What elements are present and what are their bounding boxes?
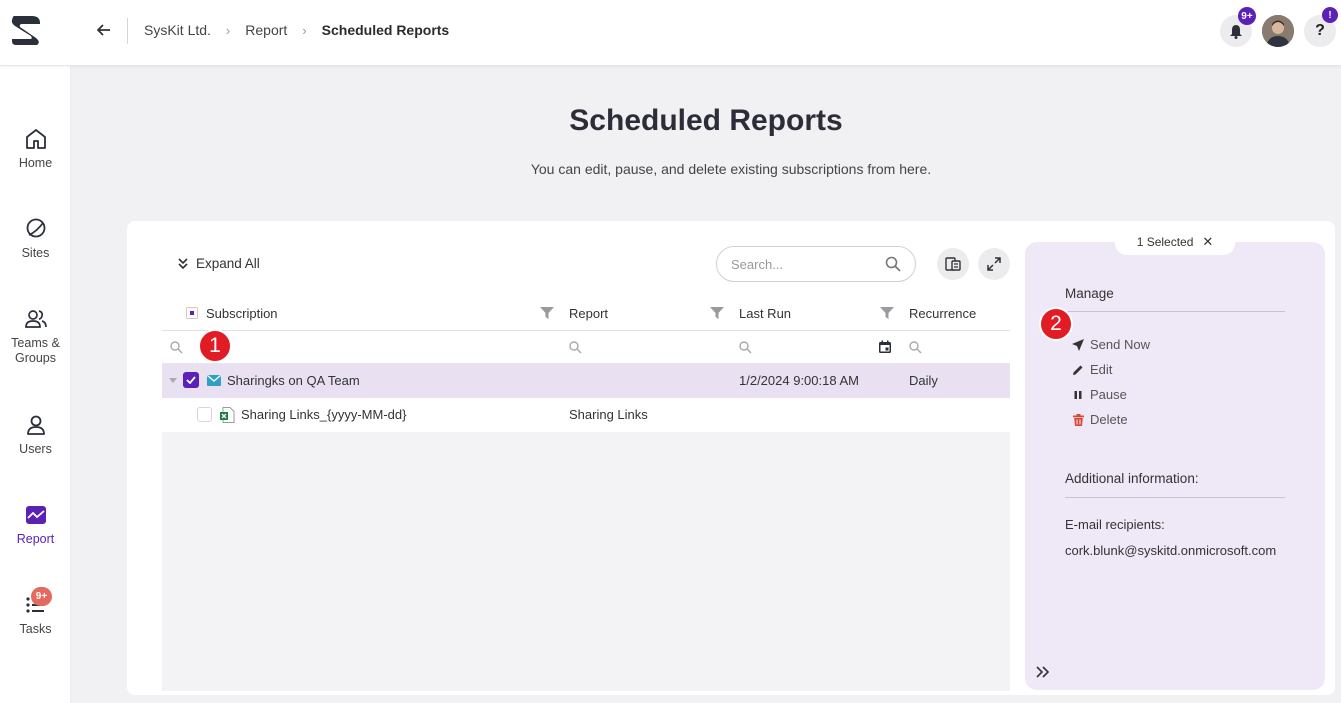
breadcrumb-item-report[interactable]: Report (245, 22, 287, 38)
step-marker-2: 2 (1039, 307, 1073, 341)
breadcrumb-item-syskit[interactable]: SysKit Ltd. (144, 22, 211, 38)
sites-icon (26, 218, 45, 238)
selection-count-label: 1 Selected (1136, 234, 1194, 249)
search-field[interactable] (716, 246, 916, 282)
search-icon[interactable] (885, 256, 901, 272)
recurrence-cell: Daily (909, 373, 938, 388)
subscriptions-table: Subscription Report Last Run Recurrence … (162, 296, 1010, 691)
page-title: Scheduled Reports (569, 104, 843, 137)
column-chooser-button[interactable] (937, 248, 969, 280)
edit-label: Edit (1090, 362, 1113, 377)
pause-icon (1074, 390, 1082, 399)
breadcrumb: SysKit Ltd. › Report › Scheduled Reports (144, 22, 449, 38)
expand-arrows-icon (987, 257, 1001, 271)
syskit-logo[interactable] (10, 12, 44, 48)
double-chevron-down-icon (178, 257, 188, 269)
sidebar-item-report[interactable]: Report (0, 503, 71, 547)
row-checkbox[interactable] (197, 407, 212, 422)
sidebar-item-home[interactable]: Home (0, 127, 71, 171)
avatar[interactable] (1262, 15, 1294, 47)
column-header-last-run[interactable]: Last Run (739, 306, 791, 321)
selection-panel (1025, 242, 1325, 690)
calendar-icon[interactable] (878, 340, 892, 354)
recipients-label: E-mail recipients: (1065, 517, 1165, 532)
top-bar: SysKit Ltd. › Report › Scheduled Reports… (0, 0, 1341, 66)
filter-funnel-icon[interactable] (540, 306, 554, 320)
breadcrumb-chevron-icon: › (302, 22, 307, 38)
sidebar-item-label: Tasks (19, 622, 52, 636)
pencil-icon (1073, 365, 1083, 375)
column-header-report[interactable]: Report (569, 306, 608, 321)
selection-count-pill: 1 Selected ✕ (1115, 228, 1235, 255)
filter-funnel-icon[interactable] (710, 306, 724, 320)
search-icon[interactable] (909, 341, 922, 354)
search-icon[interactable] (569, 341, 582, 354)
table-row[interactable]: Sharingks on QA Team 1/2/2024 9:00:18 AM… (162, 364, 1010, 398)
checkmark-icon (186, 376, 196, 384)
column-header-subscription[interactable]: Subscription (206, 306, 278, 321)
breadcrumb-chevron-icon: › (225, 22, 231, 38)
email-icon (207, 375, 221, 386)
tasks-badge: 9+ (31, 587, 52, 606)
expand-all-button[interactable]: Expand All (176, 256, 260, 271)
filter-row (162, 331, 1010, 364)
page-subtitle: You can edit, pause, and delete existing… (530, 161, 932, 177)
trash-icon (1072, 413, 1084, 426)
subscription-name: Sharingks on QA Team (227, 373, 360, 388)
report-icon (25, 506, 46, 524)
columns-icon (945, 257, 961, 271)
edit-button[interactable]: Edit (1072, 362, 1112, 377)
divider (1065, 497, 1285, 498)
sidebar-item-label: Sites (21, 246, 50, 260)
sidebar-item-label: Teams & Groups (11, 336, 60, 365)
sidebar-item-teams-groups[interactable]: Teams & Groups (0, 307, 71, 366)
clear-selection-close-icon[interactable]: ✕ (1202, 234, 1213, 250)
table-row[interactable]: Sharing Links_{yyyy-MM-dd} Sharing Links (162, 398, 1010, 432)
sidebar-item-label: Home (18, 156, 53, 170)
divider (127, 18, 128, 44)
sidebar-item-label: Users (19, 442, 52, 456)
manage-heading: Manage (1065, 286, 1114, 301)
delete-button[interactable]: Delete (1072, 412, 1128, 427)
expand-all-label: Expand All (196, 256, 260, 271)
filter-funnel-icon[interactable] (880, 306, 894, 320)
bell-icon (1230, 24, 1242, 39)
notification-badge: 9+ (1238, 7, 1256, 25)
sidebar-item-sites[interactable]: Sites (0, 217, 71, 261)
column-header-recurrence[interactable]: Recurrence (909, 306, 976, 321)
last-run-cell: 1/2/2024 9:00:18 AM (739, 373, 859, 388)
collapse-panel-icon[interactable] (1035, 664, 1051, 680)
send-now-label: Send Now (1090, 337, 1150, 352)
help-badge: ! (1322, 7, 1338, 23)
back-arrow-icon[interactable] (94, 20, 114, 40)
paper-plane-icon (1072, 338, 1084, 351)
search-icon[interactable] (170, 341, 183, 354)
help-label: ? (1315, 22, 1325, 39)
sidebar-item-label: Report (16, 532, 55, 546)
home-icon (25, 129, 46, 149)
breadcrumb-current: Scheduled Reports (321, 22, 450, 38)
subscription-name: Sharing Links_{yyyy-MM-dd} (241, 407, 407, 422)
pause-button[interactable]: Pause (1072, 387, 1127, 402)
caret-down-icon[interactable] (169, 378, 177, 384)
step-marker-1: 1 (198, 329, 232, 363)
fullscreen-button[interactable] (978, 248, 1010, 280)
user-icon (26, 415, 45, 435)
delete-label: Delete (1090, 412, 1128, 427)
recipients-value: cork.blunk@syskitd.onmicrosoft.com (1065, 543, 1277, 558)
teams-groups-icon (24, 310, 47, 328)
report-cell: Sharing Links (569, 407, 648, 422)
divider (1065, 311, 1285, 312)
pause-label: Pause (1090, 387, 1127, 402)
additional-info-heading: Additional information: (1065, 471, 1199, 486)
select-all-checkbox[interactable] (186, 307, 198, 319)
table-header: Subscription Report Last Run Recurrence (162, 296, 1010, 331)
table-empty-area (162, 432, 1010, 691)
excel-file-icon (220, 407, 235, 423)
search-icon[interactable] (739, 341, 752, 354)
row-checkbox[interactable] (183, 372, 199, 388)
search-input[interactable] (731, 256, 881, 272)
sidebar-item-users[interactable]: Users (0, 413, 71, 457)
send-now-button[interactable]: Send Now (1072, 337, 1150, 352)
